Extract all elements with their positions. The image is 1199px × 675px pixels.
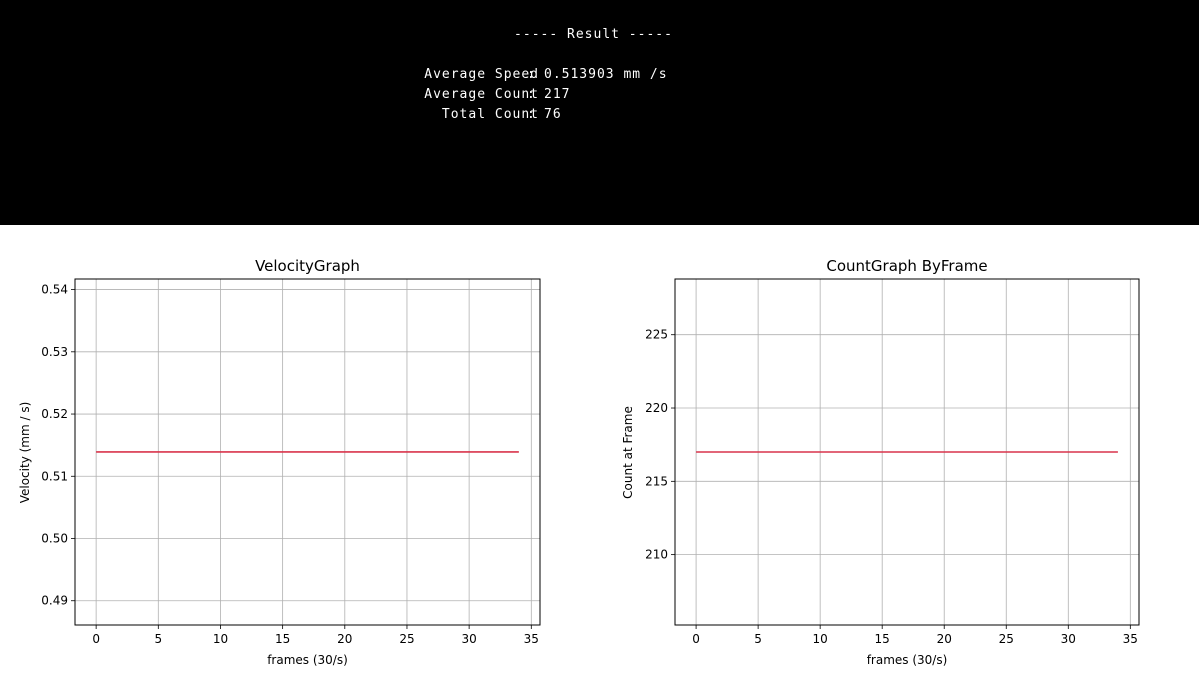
x-tick-label: 20 [337, 632, 352, 646]
y-tick-label: 0.52 [41, 407, 68, 421]
chart-title: CountGraph ByFrame [826, 257, 987, 275]
average-speed-separator: : [527, 67, 536, 82]
average-speed-value: 0.513903 mm /s [544, 67, 668, 82]
chart-title: VelocityGraph [255, 257, 360, 275]
y-tick-label: 0.53 [41, 345, 68, 359]
y-tick-label: 0.50 [41, 532, 68, 546]
y-axis-label: Count at Frame [621, 406, 635, 499]
x-tick-label: 35 [524, 632, 539, 646]
x-tick-label: 0 [692, 632, 700, 646]
y-tick-label: 215 [645, 474, 668, 488]
y-tick-label: 0.51 [41, 469, 68, 483]
x-tick-label: 30 [461, 632, 476, 646]
x-tick-label: 5 [754, 632, 762, 646]
average-speed-label: Average Speed [424, 67, 539, 82]
y-tick-label: 0.54 [41, 283, 68, 297]
x-axis-label: frames (30/s) [267, 653, 348, 667]
x-tick-label: 25 [999, 632, 1014, 646]
y-axis-label: Velocity (mm / s) [18, 402, 32, 504]
total-count-label: Total Count [441, 107, 539, 122]
x-axis-label: frames (30/s) [867, 653, 948, 667]
x-tick-label: 30 [1061, 632, 1076, 646]
y-tick-label: 220 [645, 401, 668, 415]
average-count-separator: : [527, 87, 536, 102]
count-chart: CountGraph ByFrame frames (30/s) Count a… [621, 257, 1140, 667]
velocity-chart: VelocityGraph frames (30/s) Velocity (mm… [18, 257, 541, 667]
x-tick-label: 10 [813, 632, 828, 646]
x-tick-label: 5 [154, 632, 162, 646]
x-tick-label: 25 [399, 632, 414, 646]
x-tick-label: 15 [875, 632, 890, 646]
y-tick-label: 0.49 [41, 594, 68, 608]
charts-area: VelocityGraph frames (30/s) Velocity (mm… [18, 257, 1140, 667]
x-tick-label: 35 [1123, 632, 1138, 646]
x-tick-label: 15 [275, 632, 290, 646]
average-count-value: 217 [544, 87, 571, 102]
result-heading: ----- Result ----- [514, 27, 673, 42]
average-count-label: Average Count [424, 87, 539, 102]
x-tick-label: 20 [937, 632, 952, 646]
result-panel: ----- Result ----- Average Speed : 0.513… [0, 0, 1199, 225]
total-count-value: 76 [544, 107, 562, 122]
x-tick-label: 10 [213, 632, 228, 646]
total-count-separator: : [527, 107, 536, 122]
y-tick-label: 225 [645, 328, 668, 342]
y-tick-label: 210 [645, 548, 668, 562]
x-tick-label: 0 [92, 632, 100, 646]
